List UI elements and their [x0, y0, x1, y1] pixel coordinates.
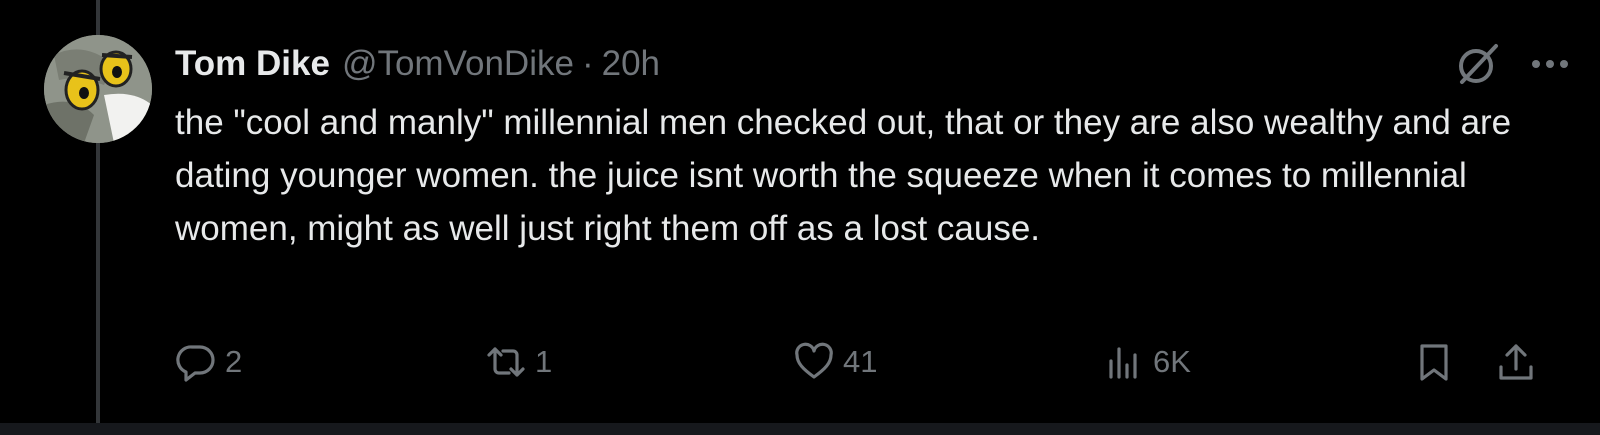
like-button[interactable]: 41 [793, 338, 877, 386]
tweet-header: Tom Dike @TomVonDike · 20h [175, 42, 660, 86]
views-icon [1109, 347, 1137, 379]
views-button[interactable]: 6K [1103, 338, 1191, 386]
tweet-timestamp[interactable]: 20h [602, 44, 660, 84]
grok-icon[interactable] [1454, 40, 1502, 88]
header-icons [1454, 40, 1572, 88]
tweet-divider [0, 423, 1600, 435]
repost-button[interactable]: 1 [485, 338, 552, 386]
heart-icon [795, 342, 833, 379]
reply-icon [176, 345, 215, 382]
reply-count: 2 [225, 344, 243, 379]
tweet-text: the "cool and manly" millennial men chec… [175, 103, 1512, 248]
repost-count: 1 [535, 344, 553, 379]
avatar-image [44, 35, 152, 143]
like-count: 41 [843, 344, 878, 379]
views-count: 6K [1153, 344, 1191, 379]
author-handle[interactable]: @TomVonDike [342, 44, 574, 84]
avatar[interactable] [44, 35, 152, 143]
separator-dot: · [581, 44, 594, 83]
tweet-actions: 2 1 41 6K [175, 338, 1570, 386]
more-icon[interactable] [1528, 42, 1572, 86]
share-button[interactable] [1495, 338, 1537, 386]
reply-button[interactable]: 2 [175, 338, 242, 386]
bookmark-icon [1420, 344, 1448, 381]
repost-icon [487, 347, 525, 377]
bookmark-button[interactable] [1413, 338, 1455, 386]
author-display-name[interactable]: Tom Dike [175, 44, 330, 84]
share-icon [1499, 344, 1533, 380]
